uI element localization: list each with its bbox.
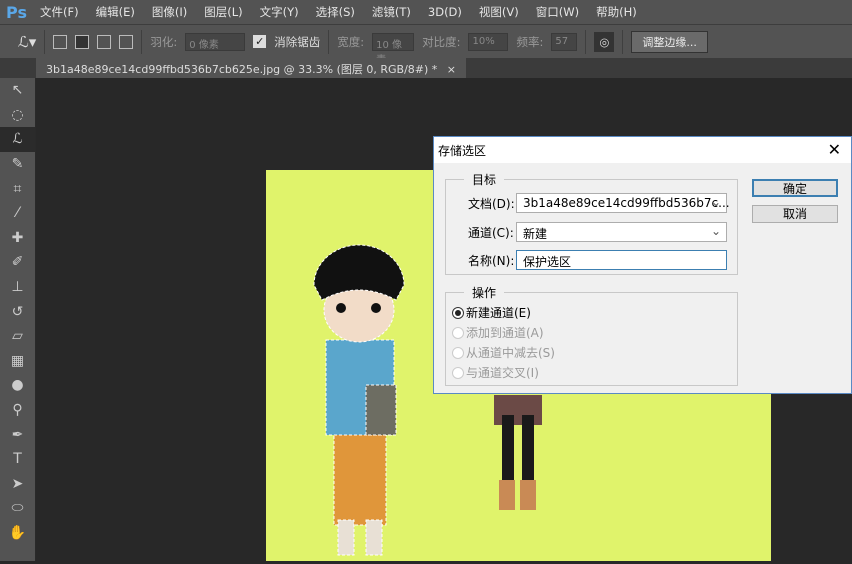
menu-window[interactable]: 窗口(W) xyxy=(536,4,579,20)
eraser-tool-icon[interactable]: ▱ xyxy=(0,324,35,349)
document-select[interactable]: 3b1a48e89ce14cd99ffbd536b7c... ⌄ xyxy=(516,193,730,213)
name-input[interactable]: 保护选区 xyxy=(516,250,727,270)
brush-tool-icon[interactable]: ✐ xyxy=(0,250,35,275)
width-input[interactable]: 10 像素 xyxy=(372,32,415,66)
menu-select[interactable]: 选择(S) xyxy=(316,4,355,20)
menu-type[interactable]: 文字(Y) xyxy=(260,4,299,20)
radio-button[interactable] xyxy=(452,346,464,359)
blur-tool-icon[interactable]: ● xyxy=(0,373,35,398)
dialog-title: 存储选区 xyxy=(438,144,487,158)
menu-edit[interactable]: 编辑(E) xyxy=(96,4,135,20)
menu-file[interactable]: 文件(F) xyxy=(40,4,79,20)
quick-select-tool-icon[interactable]: ✎ xyxy=(0,152,35,177)
menu-help[interactable]: 帮助(H) xyxy=(596,4,637,20)
ellipse-tool-icon[interactable]: ⬭ xyxy=(0,496,35,521)
chevron-down-icon: ⌄ xyxy=(710,224,721,238)
channel-label: 通道(C): xyxy=(468,226,514,240)
hand-tool-icon[interactable]: ✋ xyxy=(0,521,35,546)
pen-tool-icon[interactable]: ✒ xyxy=(0,422,35,447)
radio-new-channel[interactable]: 新建通道(E) xyxy=(452,304,531,321)
divider xyxy=(585,29,587,54)
dialog-titlebar: 存储选区 ✕ xyxy=(434,137,851,163)
operation-legend: 操作 xyxy=(472,286,497,300)
dodge-tool-icon[interactable]: ⚲ xyxy=(0,398,35,423)
stamp-tool-icon[interactable]: ⊥ xyxy=(0,275,35,300)
divider xyxy=(44,29,46,54)
tablet-pressure-icon[interactable]: ◎ xyxy=(594,31,615,52)
document-value: 3b1a48e89ce14cd99ffbd536b7c... xyxy=(523,196,730,210)
contrast-label: 对比度: xyxy=(422,34,461,49)
document-tab-title: 3b1a48e89ce14cd99ffbd536b7cb625e.jpg @ 3… xyxy=(46,63,438,76)
divider xyxy=(328,29,330,54)
feather-input[interactable]: 0 像素 xyxy=(185,32,246,51)
radio-button[interactable] xyxy=(452,306,464,319)
chevron-down-icon: ⌄ xyxy=(710,195,721,209)
eyedropper-tool-icon[interactable]: ⁄ xyxy=(0,201,35,226)
menu-3d[interactable]: 3D(D) xyxy=(428,5,462,19)
divider xyxy=(141,29,143,54)
frequency-input[interactable]: 57 xyxy=(551,32,578,51)
antialias-label: 消除锯齿 xyxy=(274,34,321,49)
radio-button[interactable] xyxy=(452,366,464,379)
divider xyxy=(622,29,624,54)
target-legend: 目标 xyxy=(472,173,497,187)
document-tab-bar: 3b1a48e89ce14cd99ffbd536b7cb625e.jpg @ 3… xyxy=(0,58,852,78)
radio-add-to-channel[interactable]: 添加到通道(A) xyxy=(452,324,544,341)
radio-label: 新建通道(E) xyxy=(466,306,531,320)
girl-figure xyxy=(494,395,542,510)
toolbox: ↖ ◌ ℒ ✎ ⌗ ⁄ ✚ ✐ ⊥ ↺ ▱ ▦ ● ⚲ ✒ T ➤ ⬭ ✋ xyxy=(0,78,36,561)
magnetic-lasso-tool-icon[interactable]: ℒ xyxy=(0,127,35,152)
name-label: 名称(N): xyxy=(468,254,515,268)
width-label: 宽度: xyxy=(337,34,365,49)
feather-label: 羽化: xyxy=(150,34,178,49)
menu-layer[interactable]: 图层(L) xyxy=(204,4,242,20)
contrast-input[interactable]: 10% xyxy=(468,32,509,51)
lasso-preset-icon[interactable]: ℒ▾ xyxy=(18,33,36,51)
save-selection-dialog: 存储选区 ✕ 目标 文档(D): 3b1a48e89ce14cd99ffbd53… xyxy=(433,136,852,394)
history-brush-tool-icon[interactable]: ↺ xyxy=(0,299,35,324)
type-tool-icon[interactable]: T xyxy=(0,447,35,472)
path-select-tool-icon[interactable]: ➤ xyxy=(0,472,35,497)
healing-tool-icon[interactable]: ✚ xyxy=(0,226,35,251)
menu-image[interactable]: 图像(I) xyxy=(152,4,187,20)
refine-edge-button[interactable]: 调整边缘... xyxy=(631,30,708,53)
menu-bar: Ps 文件(F) 编辑(E) 图像(I) 图层(L) 文字(Y) 选择(S) 滤… xyxy=(0,0,852,24)
radio-label: 从通道中减去(S) xyxy=(466,346,555,360)
marquee-tool-icon[interactable]: ◌ xyxy=(0,103,35,128)
options-bar: ℒ▾ 羽化: 0 像素 ✓ 消除锯齿 宽度: 10 像素 对比度: 10% 频率… xyxy=(0,24,852,66)
ok-button[interactable]: 确定 xyxy=(752,179,838,197)
cancel-button[interactable]: 取消 xyxy=(752,205,838,223)
radio-intersect-with-channel[interactable]: 与通道交叉(I) xyxy=(452,364,539,381)
add-selection-icon[interactable] xyxy=(75,34,90,49)
radio-label: 与通道交叉(I) xyxy=(466,366,539,380)
gradient-tool-icon[interactable]: ▦ xyxy=(0,349,35,374)
close-icon[interactable]: ✕ xyxy=(828,140,841,159)
antialias-checkbox[interactable]: ✓ xyxy=(253,35,267,48)
radio-subtract-from-channel[interactable]: 从通道中减去(S) xyxy=(452,344,555,361)
channel-value: 新建 xyxy=(523,227,548,241)
channel-select[interactable]: 新建 ⌄ xyxy=(516,222,727,242)
intersect-selection-icon[interactable] xyxy=(119,34,134,49)
boy-figure xyxy=(313,244,405,556)
new-selection-icon[interactable] xyxy=(53,34,68,49)
subtract-selection-icon[interactable] xyxy=(97,34,112,49)
move-tool-icon[interactable]: ↖ xyxy=(0,78,35,103)
radio-button[interactable] xyxy=(452,326,464,339)
close-tab-icon[interactable]: × xyxy=(447,63,456,76)
menu-view[interactable]: 视图(V) xyxy=(479,4,519,20)
photoshop-logo: Ps xyxy=(6,2,27,22)
document-tab[interactable]: 3b1a48e89ce14cd99ffbd536b7cb625e.jpg @ 3… xyxy=(36,58,467,78)
radio-label: 添加到通道(A) xyxy=(466,326,544,340)
menu-filter[interactable]: 滤镜(T) xyxy=(372,4,411,20)
crop-tool-icon[interactable]: ⌗ xyxy=(0,176,35,201)
document-label: 文档(D): xyxy=(468,197,515,211)
frequency-label: 频率: xyxy=(516,34,544,49)
